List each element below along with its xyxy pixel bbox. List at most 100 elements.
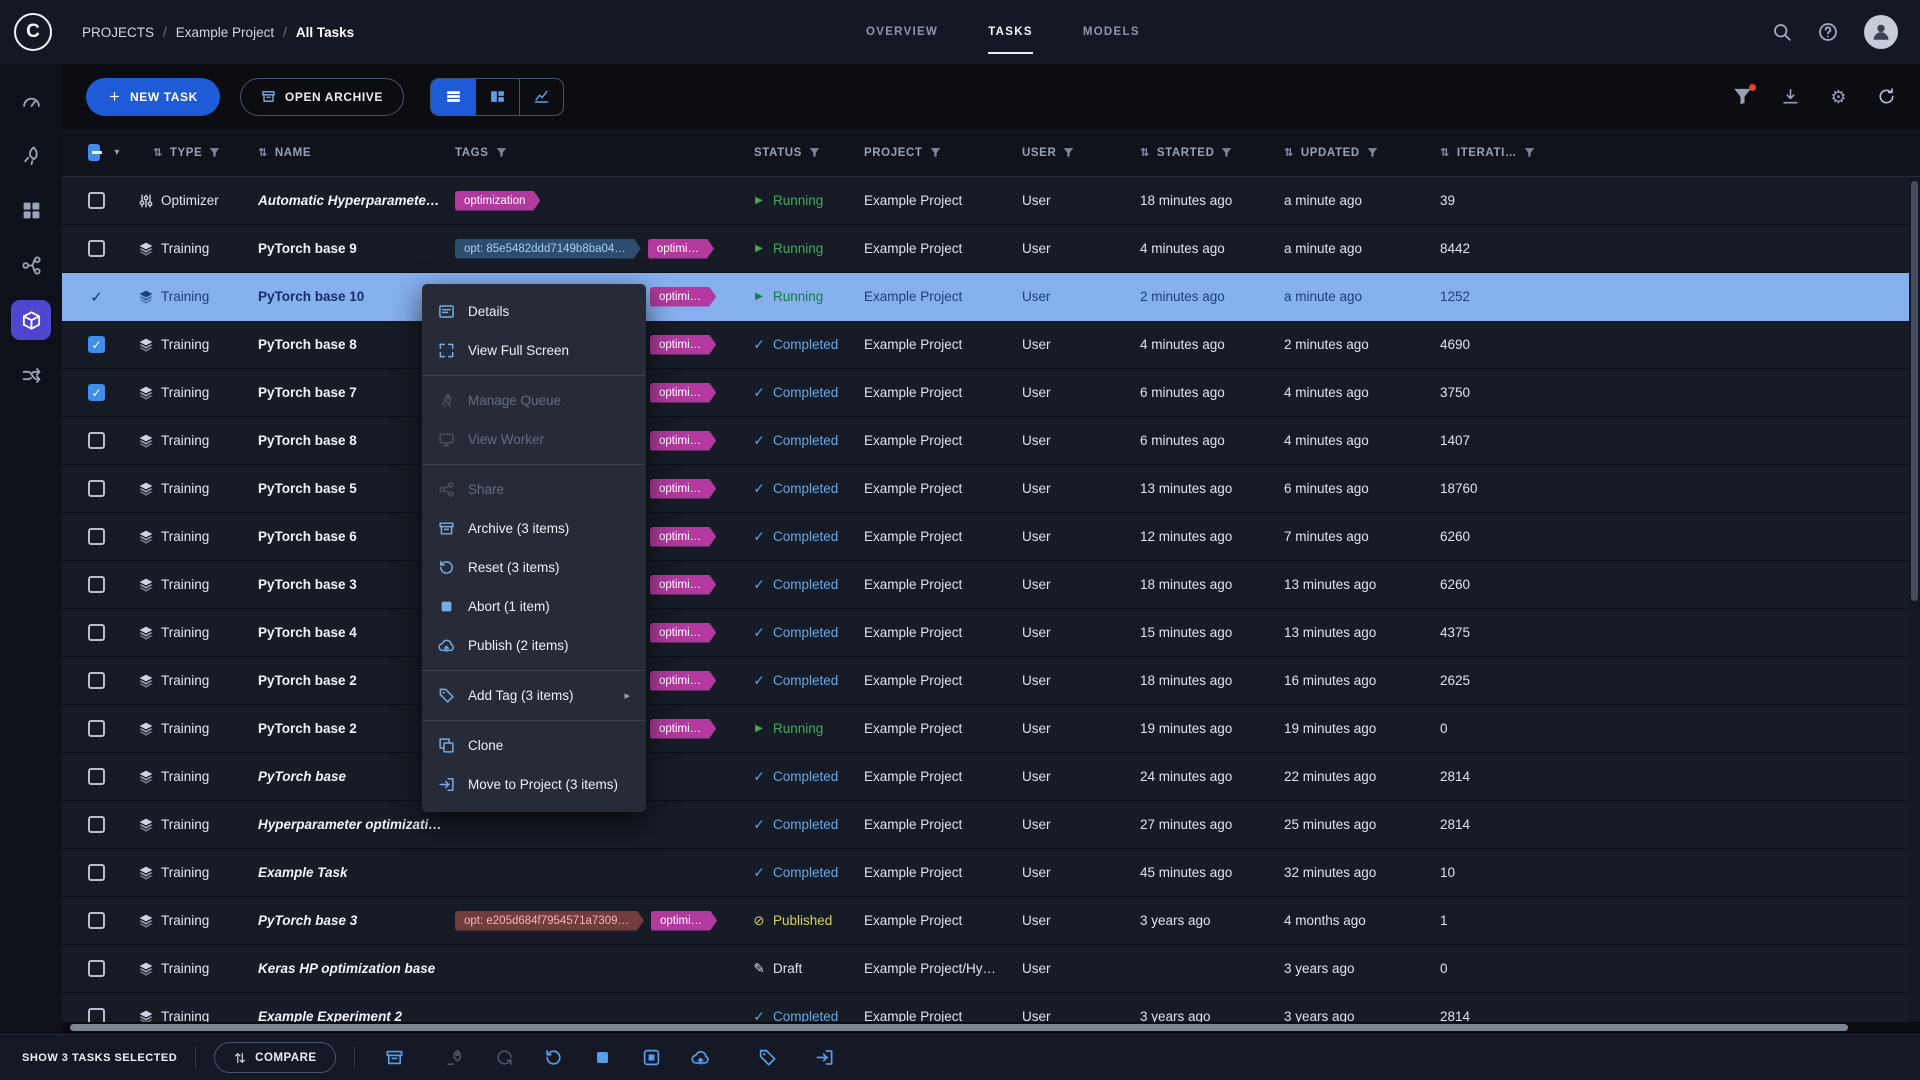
column-header-updated[interactable]: ⇅UPDATED: [1282, 146, 1438, 159]
table-row[interactable]: TrainingPyTorch base 8optimi…✓CompletedE…: [62, 321, 1920, 369]
tag[interactable]: optimi…: [650, 335, 716, 355]
task-name[interactable]: Example Task: [242, 865, 452, 880]
menu-item-clone[interactable]: Clone: [422, 726, 646, 765]
row-checkbox[interactable]: [88, 816, 105, 833]
publish-button[interactable]: [691, 1048, 710, 1067]
compare-button[interactable]: COMPARE: [214, 1042, 335, 1073]
table-row[interactable]: TrainingPyTorch base 2optimi…✓CompletedE…: [62, 657, 1920, 705]
row-checkbox[interactable]: [88, 288, 105, 305]
task-name[interactable]: PyTorch base 8: [242, 337, 452, 352]
column-header-name[interactable]: ⇅NAME: [242, 146, 452, 159]
table-view-button[interactable]: [431, 79, 475, 115]
download-button[interactable]: [1781, 87, 1800, 106]
menu-item-view-worker[interactable]: View Worker: [422, 420, 646, 459]
tag[interactable]: optimi…: [650, 431, 716, 451]
tag[interactable]: optimi…: [648, 239, 714, 259]
menu-item-reset-3-items[interactable]: Reset (3 items): [422, 548, 646, 587]
row-checkbox[interactable]: [88, 240, 105, 257]
task-name[interactable]: PyTorch base: [242, 769, 452, 784]
filter-icon[interactable]: [1221, 147, 1232, 158]
table-row[interactable]: TrainingPyTorch base 7optimi…✓CompletedE…: [62, 369, 1920, 417]
tag[interactable]: optimi…: [650, 719, 716, 739]
table-row[interactable]: TrainingPyTorch base 5optimi…✓CompletedE…: [62, 465, 1920, 513]
tag[interactable]: optimi…: [650, 575, 716, 595]
column-header-started[interactable]: ⇅STARTED: [1138, 146, 1282, 159]
row-checkbox[interactable]: [88, 720, 105, 737]
row-checkbox[interactable]: [88, 432, 105, 449]
filter-icon[interactable]: [1367, 147, 1378, 158]
settings-gear-icon[interactable]: ⚙: [1829, 87, 1848, 106]
new-task-button[interactable]: NEW TASK: [86, 78, 220, 116]
row-checkbox[interactable]: [88, 768, 105, 785]
tab-overview[interactable]: OVERVIEW: [866, 0, 938, 64]
table-row[interactable]: TrainingPyTorch base 2optimi…▶RunningExa…: [62, 705, 1920, 753]
task-name[interactable]: Example Experiment 2: [242, 1009, 452, 1022]
sort-icon[interactable]: ⇅: [1284, 146, 1294, 159]
abort-all-children-button[interactable]: [642, 1048, 661, 1067]
tag[interactable]: opt: 85e5482ddd7149b8ba04…: [455, 239, 641, 259]
sidebar-item-workers-queues[interactable]: [11, 355, 51, 395]
table-row[interactable]: OptimizerAutomatic Hyperparamete…optimiz…: [62, 177, 1920, 225]
tag[interactable]: opt: e205d684f7954571a7309…: [455, 911, 644, 931]
auto-refresh-icon[interactable]: [1877, 87, 1896, 106]
table-row[interactable]: TrainingPyTorch base✓CompletedExample Pr…: [62, 753, 1920, 801]
column-header-project[interactable]: PROJECT: [862, 147, 1020, 159]
breadcrumb-item-projects[interactable]: PROJECTS: [82, 25, 154, 40]
menu-item-share[interactable]: Share: [422, 470, 646, 509]
search-icon[interactable]: [1772, 22, 1792, 42]
table-row[interactable]: TrainingPyTorch base 3optimi…✓CompletedE…: [62, 561, 1920, 609]
sidebar-item-datasets[interactable]: [11, 190, 51, 230]
tab-models[interactable]: MODELS: [1083, 0, 1140, 64]
task-name[interactable]: PyTorch base 2: [242, 673, 452, 688]
tag[interactable]: optimi…: [650, 527, 716, 547]
select-all-checkbox[interactable]: [88, 144, 100, 161]
user-avatar[interactable]: [1864, 15, 1898, 49]
task-name[interactable]: PyTorch base 8: [242, 433, 452, 448]
reset-button[interactable]: [544, 1048, 563, 1067]
filter-icon[interactable]: [930, 147, 941, 158]
menu-item-publish-2-items[interactable]: Publish (2 items): [422, 626, 646, 665]
help-icon[interactable]: [1818, 22, 1838, 42]
sidebar-item-dashboard[interactable]: [11, 80, 51, 120]
column-header-type[interactable]: ⇅TYPE: [120, 146, 242, 159]
vertical-scrollbar[interactable]: [1909, 177, 1920, 1022]
sidebar-item-pipelines[interactable]: [11, 245, 51, 285]
sort-icon[interactable]: ⇅: [258, 146, 268, 159]
tag[interactable]: optimi…: [651, 911, 717, 931]
breadcrumb-item-all-tasks[interactable]: All Tasks: [296, 25, 354, 40]
row-checkbox[interactable]: [88, 528, 105, 545]
add-tag-button[interactable]: [758, 1048, 777, 1067]
task-name[interactable]: PyTorch base 5: [242, 481, 452, 496]
table-row[interactable]: TrainingPyTorch base 9opt: 85e5482ddd714…: [62, 225, 1920, 273]
breadcrumb-item-example-project[interactable]: Example Project: [176, 25, 274, 40]
menu-item-archive-3-items[interactable]: Archive (3 items): [422, 509, 646, 548]
menu-item-details[interactable]: Details: [422, 292, 646, 331]
tag[interactable]: optimi…: [650, 383, 716, 403]
vertical-scrollbar-thumb[interactable]: [1911, 181, 1918, 601]
column-header-status[interactable]: STATUS: [752, 147, 862, 159]
tag[interactable]: optimi…: [650, 623, 716, 643]
filter-icon[interactable]: [496, 147, 507, 158]
task-name[interactable]: PyTorch base 9: [242, 241, 452, 256]
menu-item-add-tag-3-items[interactable]: Add Tag (3 items)▸: [422, 676, 646, 715]
column-header-user[interactable]: USER: [1020, 147, 1138, 159]
row-checkbox[interactable]: [88, 576, 105, 593]
table-row[interactable]: TrainingKeras HP optimization base✎Draft…: [62, 945, 1920, 993]
menu-item-abort-1-item[interactable]: Abort (1 item): [422, 587, 646, 626]
tag[interactable]: optimi…: [650, 671, 716, 691]
row-checkbox[interactable]: [88, 192, 105, 209]
table-row[interactable]: TrainingPyTorch base 8optimi…✓CompletedE…: [62, 417, 1920, 465]
task-name[interactable]: PyTorch base 3: [242, 577, 452, 592]
table-row[interactable]: TrainingExample Experiment 2✓CompletedEx…: [62, 993, 1920, 1022]
task-name[interactable]: PyTorch base 3: [242, 913, 452, 928]
clearml-logo[interactable]: C: [14, 13, 52, 51]
task-name[interactable]: Keras HP optimization base: [242, 961, 452, 976]
table-row[interactable]: TrainingPyTorch base 3opt: e205d684f7954…: [62, 897, 1920, 945]
menu-item-view-full-screen[interactable]: View Full Screen: [422, 331, 646, 370]
row-checkbox[interactable]: [88, 384, 105, 401]
task-name[interactable]: PyTorch base 4: [242, 625, 452, 640]
row-checkbox[interactable]: [88, 912, 105, 929]
sidebar-item-reports[interactable]: [11, 300, 51, 340]
retry-button[interactable]: [495, 1048, 514, 1067]
row-checkbox[interactable]: [88, 960, 105, 977]
